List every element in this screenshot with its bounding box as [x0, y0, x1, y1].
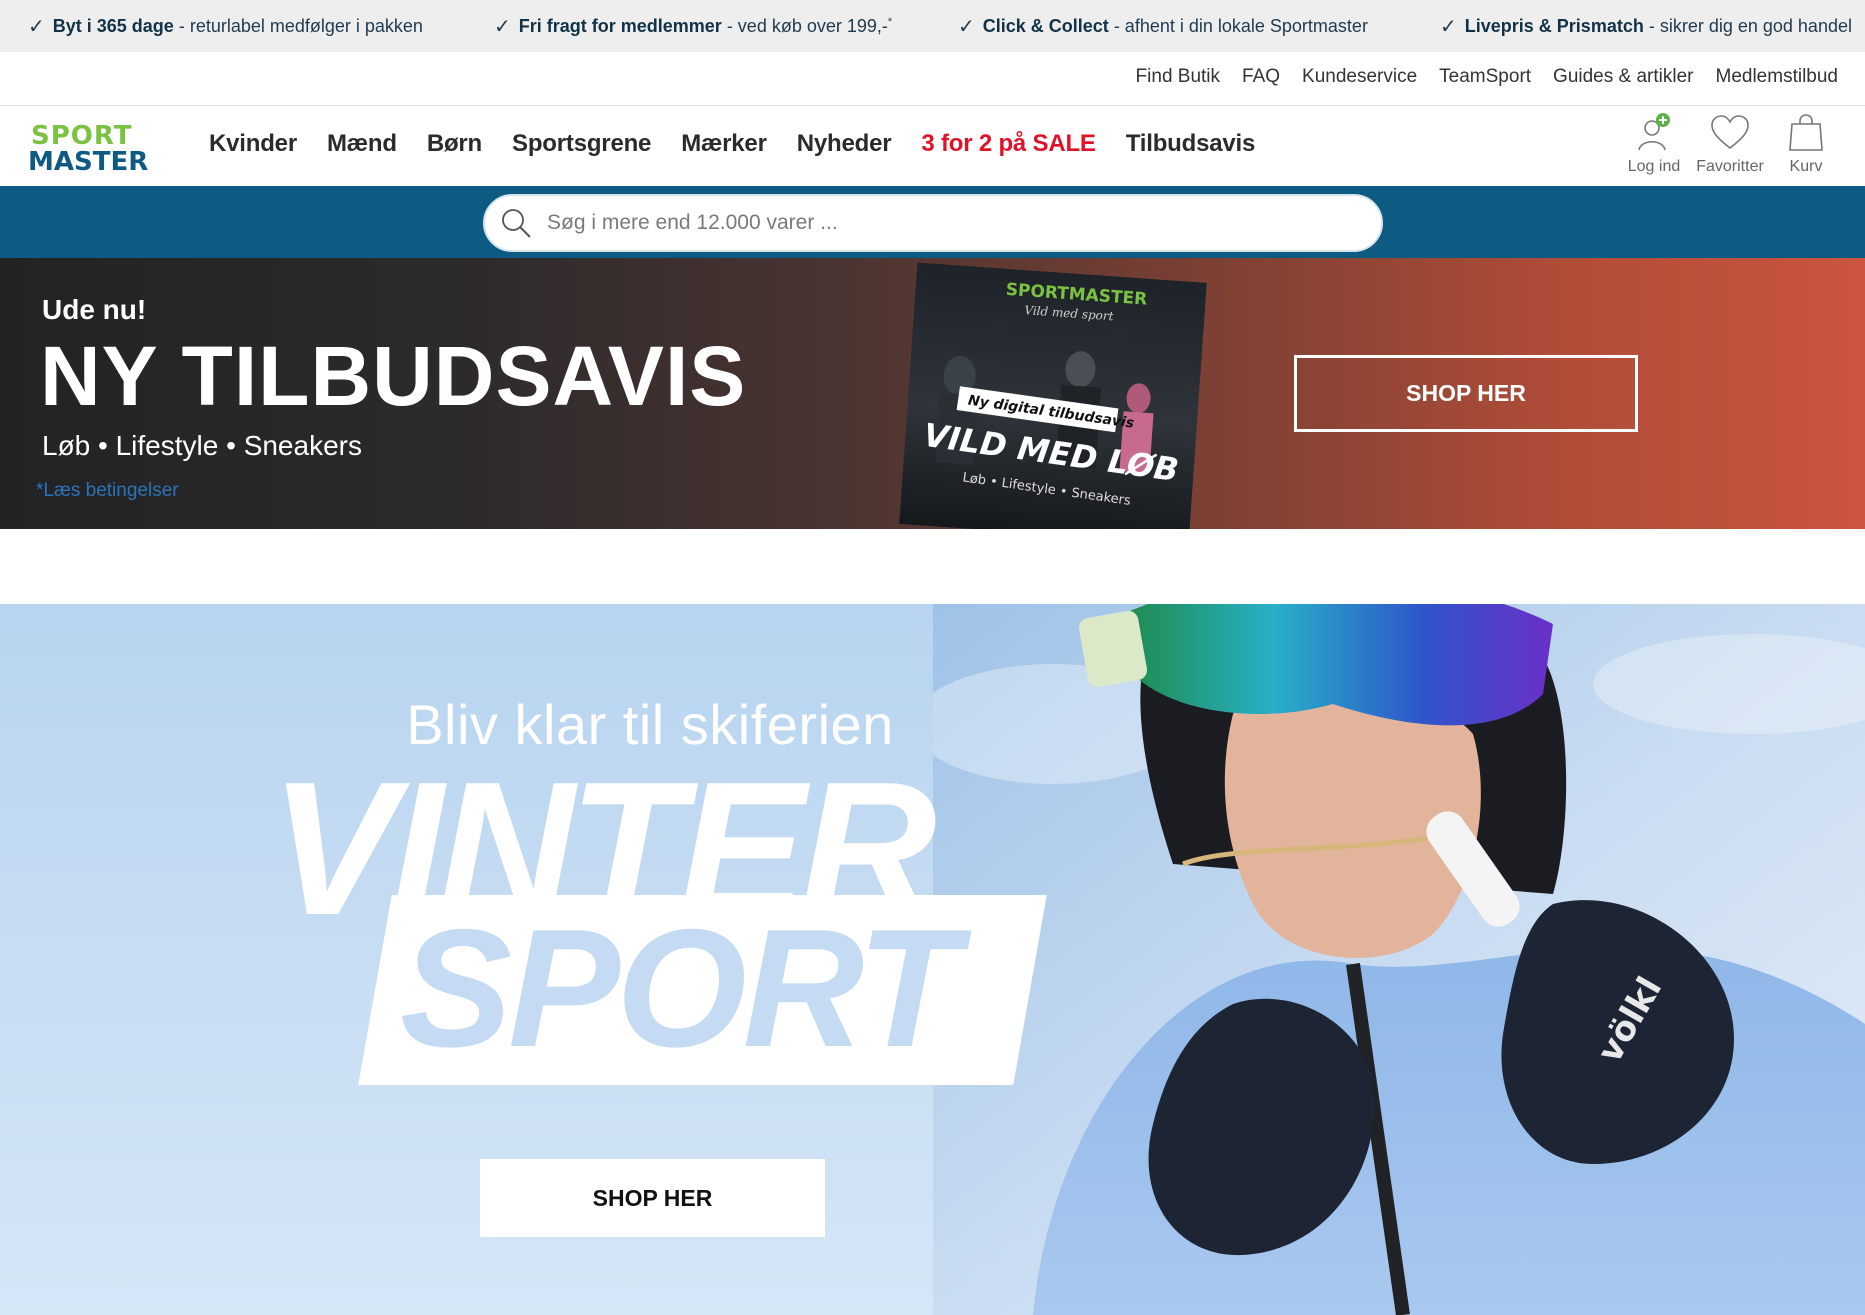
usp-bold: Click & Collect: [982, 16, 1109, 36]
service-link-teamsport[interactable]: TeamSport: [1439, 66, 1531, 87]
sportmaster-logo[interactable]: SPORT MASTER: [28, 120, 150, 177]
nav-tilbudsavis[interactable]: Tilbudsavis: [1126, 130, 1256, 157]
service-link-kundeservice[interactable]: Kundeservice: [1302, 66, 1417, 87]
nav-maerker[interactable]: Mærker: [681, 130, 767, 157]
search-icon[interactable]: [499, 206, 533, 240]
cart-button[interactable]: Kurv: [1775, 112, 1837, 176]
service-link-medlemstilbud[interactable]: Medlemstilbud: [1716, 66, 1839, 87]
usp-item-click-collect: ✓ Click & Collect - afhent i din lokale …: [958, 14, 1368, 39]
winter-hero[interactable]: völkl Bliv klar til skiferien VINTER SPO…: [0, 604, 1865, 1315]
search-box: [483, 194, 1383, 252]
nav-nyheder[interactable]: Nyheder: [797, 130, 892, 157]
nav-sportsgrene[interactable]: Sportsgrene: [512, 130, 651, 157]
nav-maend[interactable]: Mænd: [327, 130, 397, 157]
logo-text-master: MASTER: [28, 147, 148, 172]
usp-bold: Fri fragt for medlemmer: [518, 16, 722, 36]
check-icon: ✓: [28, 16, 45, 38]
terms-link[interactable]: *Læs betingelser: [36, 480, 179, 502]
header-actions: Log ind Favoritter Kurv: [1623, 112, 1837, 176]
hero-shop-button[interactable]: SHOP HER: [480, 1159, 825, 1237]
banner-shop-button[interactable]: SHOP HER: [1294, 355, 1638, 432]
check-icon: ✓: [1440, 16, 1457, 38]
magazine-cover-image: SPORTMASTER Vild med sport Ny digital ti…: [899, 262, 1207, 529]
banner-eyebrow: Ude nu!: [42, 294, 147, 325]
login-label: Log ind: [1627, 158, 1681, 175]
search-input[interactable]: [547, 211, 1327, 235]
usp-item-pricematch: ✓ Livepris & Prismatch - sikrer dig en g…: [1440, 14, 1852, 39]
usp-bold: Byt i 365 dage: [52, 16, 174, 36]
nav-sale[interactable]: 3 for 2 på SALE: [921, 130, 1096, 157]
favorites-button[interactable]: Favoritter: [1696, 112, 1764, 176]
nav-kvinder[interactable]: Kvinder: [209, 130, 297, 157]
logo-graphic: SPORT MASTER: [28, 121, 148, 177]
user-plus-icon: [1638, 113, 1670, 151]
cart-label: Kurv: [1789, 158, 1823, 175]
hero-headline-sport: SPORT: [400, 894, 960, 1082]
service-nav: Find Butik FAQ Kundeservice TeamSport Gu…: [0, 52, 1865, 106]
banner-title: NY TILBUDSAVIS: [40, 329, 747, 423]
service-link-faq[interactable]: FAQ: [1242, 66, 1280, 87]
login-button[interactable]: Log ind: [1623, 112, 1685, 176]
usp-bold: Livepris & Prismatch: [1464, 16, 1644, 36]
usp-text: - sikrer dig en god handel: [1643, 16, 1852, 36]
banner-subtitle: Løb • Lifestyle • Sneakers: [42, 430, 362, 461]
search-bar-strip: [0, 186, 1865, 258]
heart-icon: [1711, 115, 1749, 150]
main-header: SPORT MASTER Kvinder Mænd Børn Sportsgre…: [0, 106, 1865, 186]
service-link-find-butik[interactable]: Find Butik: [1136, 66, 1220, 87]
shopping-bag-icon: [1789, 114, 1823, 151]
nav-boern[interactable]: Børn: [427, 130, 482, 157]
usp-bar: ✓ Byt i 365 dage - returlabel medfølger …: [0, 0, 1865, 52]
usp-text: - ved køb over 199,-: [721, 16, 888, 36]
usp-item-shipping: ✓ Fri fragt for medlemmer - ved køb over…: [494, 14, 892, 39]
tilbudsavis-banner[interactable]: Ude nu! NY TILBUDSAVIS Løb • Lifestyle •…: [0, 258, 1865, 529]
check-icon: ✓: [494, 16, 511, 38]
service-link-guides[interactable]: Guides & artikler: [1553, 66, 1693, 87]
usp-text: - returlabel medfølger i pakken: [173, 16, 423, 36]
check-icon: ✓: [958, 16, 975, 38]
favorites-label: Favoritter: [1696, 158, 1764, 175]
main-nav: Kvinder Mænd Børn Sportsgrene Mærker Nyh…: [209, 130, 1255, 158]
usp-item-returns: ✓ Byt i 365 dage - returlabel medfølger …: [28, 14, 423, 39]
usp-text: - afhent i din lokale Sportmaster: [1108, 16, 1368, 36]
usp-footnote-mark: *: [887, 16, 893, 28]
